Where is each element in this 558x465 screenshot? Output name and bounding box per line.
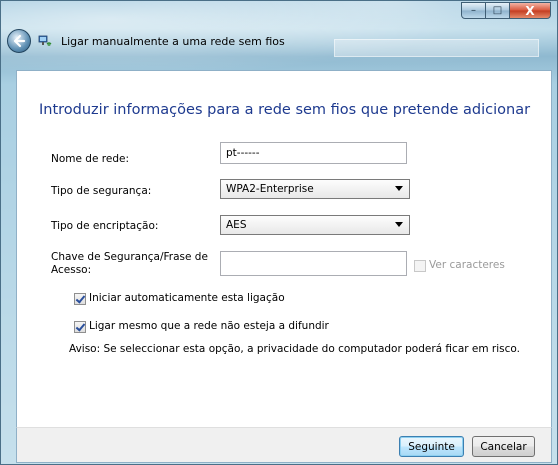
close-button[interactable]: X	[509, 2, 551, 19]
caption-buttons: – □ X	[461, 2, 551, 19]
maximize-button[interactable]: □	[485, 2, 510, 19]
encryption-type-select[interactable]: AES	[220, 215, 410, 235]
window-title: Ligar manualmente a uma rede sem fios	[61, 35, 285, 48]
security-key-label-line2: Acesso:	[51, 264, 92, 276]
chevron-down-icon	[395, 222, 403, 227]
connect-hidden-label: Ligar mesmo que a rede não esteja a difu…	[89, 320, 329, 332]
network-icon	[38, 35, 52, 46]
wizard-window: – □ X Ligar manualmente a uma rede sem f…	[0, 0, 558, 465]
next-button[interactable]: Seguinte	[399, 436, 464, 457]
wizard-content: Introduzir informações para a rede sem f…	[16, 70, 552, 440]
show-characters-label: Ver caracteres	[429, 259, 505, 271]
network-name-input[interactable]: pt------	[220, 142, 407, 164]
network-name-label: Nome de rede:	[51, 153, 129, 165]
minimize-button[interactable]: –	[461, 2, 486, 19]
security-key-label: Chave de Segurança/Frase de Acesso:	[51, 251, 208, 277]
show-characters-checkbox[interactable]	[414, 260, 426, 272]
cancel-button[interactable]: Cancelar	[472, 436, 535, 457]
security-type-value: WPA2-Enterprise	[226, 183, 314, 195]
encryption-type-value: AES	[226, 219, 247, 231]
background-search-box	[334, 39, 539, 57]
auto-start-label: Iniciar automaticamente esta ligação	[89, 292, 285, 304]
security-type-select[interactable]: WPA2-Enterprise	[220, 179, 410, 199]
connect-hidden-checkbox[interactable]	[74, 321, 86, 333]
wizard-footer: Seguinte Cancelar	[16, 427, 552, 463]
chevron-down-icon	[395, 186, 403, 191]
encryption-type-label: Tipo de encriptação:	[51, 220, 159, 232]
page-heading: Introduzir informações para a rede sem f…	[39, 102, 531, 118]
privacy-warning: Aviso: Se seleccionar esta opção, a priv…	[69, 343, 520, 355]
back-arrow-icon	[13, 34, 26, 48]
back-button[interactable]	[7, 29, 31, 53]
security-key-label-line1: Chave de Segurança/Frase de	[51, 251, 208, 263]
auto-start-checkbox[interactable]	[74, 293, 86, 305]
security-key-input[interactable]	[220, 251, 407, 276]
security-type-label: Tipo de segurança:	[51, 185, 152, 197]
